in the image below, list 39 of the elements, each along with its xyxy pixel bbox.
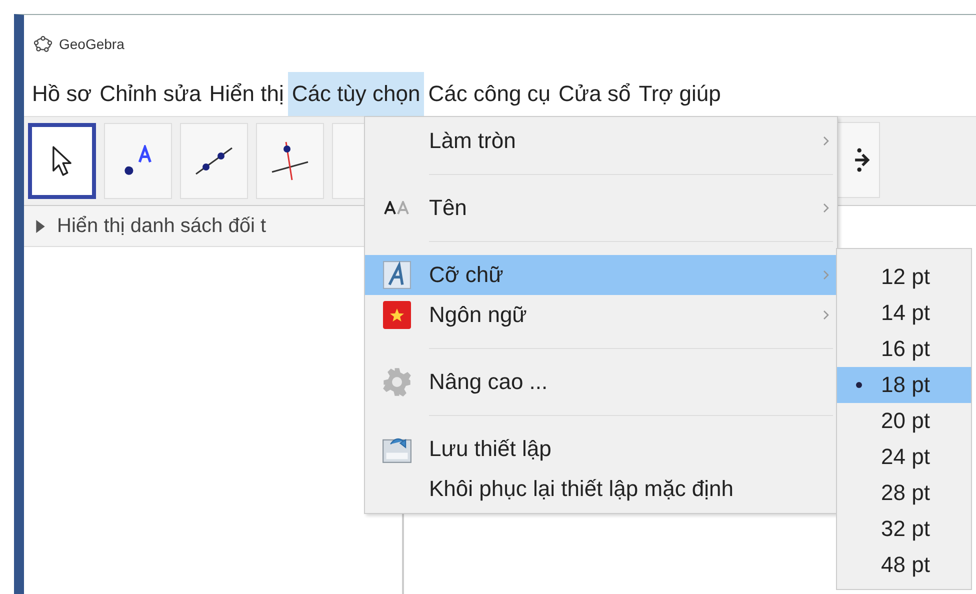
menu-item[interactable]: Các tùy chọn [288,72,424,116]
gear-icon [382,367,412,397]
perpendicular-tool-button[interactable] [256,123,324,199]
menu-item[interactable]: Trợ giúp [634,72,725,116]
font-size-option[interactable]: 14 pt [837,295,971,331]
menu-entry[interactable]: Nâng cao ... [365,362,837,402]
menu-item[interactable]: Hồ sơ [28,72,96,116]
font-size-option[interactable]: 32 pt [837,511,971,547]
selected-dot-icon [856,382,862,388]
line-icon [194,146,234,176]
perpendicular-line-icon [270,141,310,181]
menu-item[interactable]: Hiển thị [205,72,288,116]
menu-item[interactable]: Các công cụ [424,72,555,116]
font-size-option[interactable]: 48 pt [837,547,971,583]
font-size-option[interactable]: 28 pt [837,475,971,511]
font-size-option[interactable]: 24 pt [837,439,971,475]
line-tool-button[interactable] [180,123,248,199]
flag-icon [383,301,411,329]
font-icon [383,261,411,289]
menu-entry[interactable]: Cỡ chữ [365,255,837,295]
menu-entry[interactable]: Lưu thiết lập [365,429,837,469]
font-size-option[interactable]: 16 pt [837,331,971,367]
font-size-option[interactable]: 18 pt [837,367,971,403]
move-tool-button[interactable] [28,123,96,199]
pointer-icon [50,146,74,176]
menu-entry[interactable]: Tên [365,188,837,228]
point-tool-button[interactable] [104,123,172,199]
menu-entry[interactable]: Ngôn ngữ [365,295,837,335]
font-size-option[interactable]: 12 pt [837,259,971,295]
window-title: GeoGebra [59,36,124,52]
menu-item[interactable]: Cửa sổ [554,72,635,116]
letters-icon [384,201,410,215]
expand-arrow-icon[interactable] [36,220,45,232]
logo-icon [34,36,52,52]
menu-item[interactable]: Chỉnh sửa [96,72,206,116]
point-icon [123,145,153,177]
menu-entry[interactable]: Khôi phục lại thiết lập mặc định [365,469,837,509]
arrow-icon [854,147,870,173]
font-size-option[interactable]: 20 pt [837,403,971,439]
